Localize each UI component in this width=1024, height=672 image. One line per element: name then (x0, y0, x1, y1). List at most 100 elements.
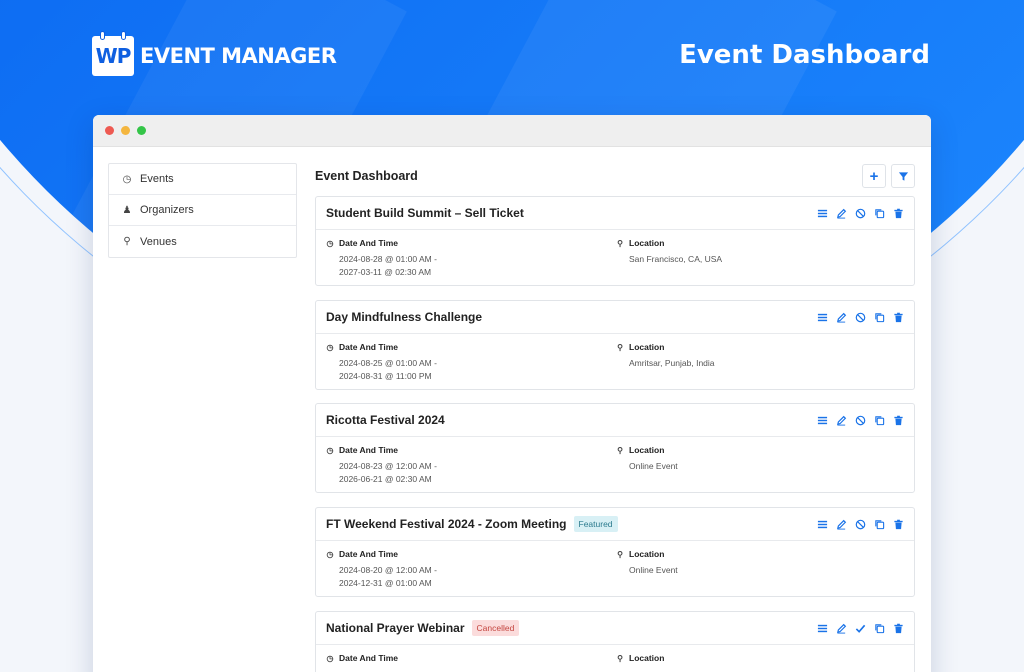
list-button[interactable] (817, 415, 828, 426)
add-event-button[interactable]: + (862, 164, 886, 188)
location-label: ⚲ Location (616, 342, 715, 352)
event-card-header: FT Weekend Festival 2024 - Zoom Meeting … (316, 508, 914, 541)
trash-icon (894, 312, 903, 322)
status-badge: Cancelled (471, 620, 520, 636)
date-label: ◷ Date And Time (326, 653, 399, 663)
event-date-range: 2024-08-28 @ 01:00 AM - 2027-03-11 @ 02:3… (339, 253, 437, 279)
list-button[interactable] (817, 208, 828, 219)
sidebar: ◷ Events ♟ Organizers ⚲ Venues (108, 163, 297, 258)
logo-mark-text: WP (95, 44, 132, 68)
status-button[interactable] (855, 208, 866, 219)
event-start: 2024-08-25 @ 01:00 AM - (339, 358, 437, 368)
window-titlebar (93, 115, 931, 147)
map-pin-icon: ⚲ (123, 236, 131, 247)
event-actions (817, 415, 904, 426)
clock-icon: ◷ (326, 653, 334, 663)
delete-button[interactable] (893, 415, 904, 426)
duplicate-button[interactable] (874, 623, 885, 634)
clock-icon: ◷ (326, 549, 334, 559)
event-title[interactable]: FT Weekend Festival 2024 - Zoom Meeting … (326, 516, 618, 532)
list-icon (817, 416, 828, 424)
event-card-body: ◷ Date And Time 2024-08-23 @ 12:00 AM -20… (316, 437, 914, 493)
duplicate-button[interactable] (874, 519, 885, 530)
duplicate-button[interactable] (874, 208, 885, 219)
filter-button[interactable] (891, 164, 915, 188)
list-button[interactable] (817, 312, 828, 323)
trash-icon (894, 519, 903, 529)
list-icon (817, 624, 828, 632)
event-card-header: National Prayer Webinar Cancelled (316, 612, 914, 645)
event-location: Online Event (629, 565, 678, 575)
event-location-column: ⚲ Location Online Event (616, 445, 678, 473)
close-dot[interactable] (105, 126, 114, 135)
date-label: ◷ Date And Time (326, 549, 437, 559)
event-location-column: ⚲ Location San Francisco, CA, USA (616, 238, 722, 266)
status-button[interactable] (855, 623, 866, 634)
edit-button[interactable] (836, 623, 847, 634)
event-title-text: Day Mindfulness Challenge (326, 310, 483, 324)
copy-icon (875, 623, 885, 633)
event-title[interactable]: Ricotta Festival 2024 (326, 413, 445, 427)
event-card-header: Ricotta Festival 2024 (316, 404, 914, 437)
event-location: Online Event (629, 461, 678, 471)
copy-icon (875, 415, 885, 425)
event-title[interactable]: Day Mindfulness Challenge (326, 310, 482, 324)
delete-button[interactable] (893, 623, 904, 634)
location-label-text: Location (629, 653, 665, 663)
trash-icon (894, 623, 903, 633)
status-button[interactable] (855, 519, 866, 530)
event-title[interactable]: Student Build Summit – Sell Ticket (326, 206, 524, 220)
event-card-body: ◷ Date And Time ⚲ Location (316, 645, 914, 672)
delete-button[interactable] (893, 208, 904, 219)
edit-button[interactable] (836, 312, 847, 323)
date-label-text: Date And Time (339, 653, 399, 663)
edit-button[interactable] (836, 519, 847, 530)
map-pin-icon: ⚲ (617, 238, 623, 248)
cancel-icon (855, 415, 866, 425)
map-pin-icon: ⚲ (617, 342, 623, 352)
event-location-column: ⚲ Location Online Event (616, 549, 678, 577)
event-card: FT Weekend Festival 2024 - Zoom Meeting … (315, 507, 915, 597)
event-date-column: ◷ Date And Time 2024-08-20 @ 12:00 AM -20… (326, 549, 437, 590)
list-icon (817, 209, 828, 217)
event-card-header: Day Mindfulness Challenge (316, 301, 914, 334)
sidebar-item-organizers[interactable]: ♟ Organizers (109, 195, 296, 226)
sidebar-item-venues[interactable]: ⚲ Venues (109, 226, 296, 257)
duplicate-button[interactable] (874, 312, 885, 323)
event-card-body: ◷ Date And Time 2024-08-20 @ 12:00 AM -20… (316, 541, 914, 597)
list-button[interactable] (817, 519, 828, 530)
edit-button[interactable] (836, 208, 847, 219)
maximize-dot[interactable] (137, 126, 146, 135)
location-label-text: Location (629, 238, 665, 248)
delete-button[interactable] (893, 312, 904, 323)
event-card-body: ◷ Date And Time 2024-08-28 @ 01:00 AM -20… (316, 230, 914, 286)
edit-button[interactable] (836, 415, 847, 426)
pencil-icon (837, 415, 847, 426)
dashboard-icon: ◷ (122, 173, 132, 185)
status-button[interactable] (855, 312, 866, 323)
duplicate-button[interactable] (874, 415, 885, 426)
clock-icon: ◷ (326, 238, 334, 248)
status-badge: Featured (573, 516, 618, 532)
event-card-header: Student Build Summit – Sell Ticket (316, 197, 914, 230)
delete-button[interactable] (893, 519, 904, 530)
event-title[interactable]: National Prayer Webinar Cancelled (326, 620, 520, 636)
date-label-text: Date And Time (339, 238, 399, 248)
location-label-text: Location (629, 445, 665, 455)
event-title-text: Student Build Summit – Sell Ticket (326, 206, 524, 220)
list-icon (817, 520, 828, 528)
event-location-column: ⚲ Location (616, 653, 664, 668)
event-card: National Prayer Webinar Cancelled ◷ Date… (315, 611, 915, 672)
list-button[interactable] (817, 623, 828, 634)
main-header: Event Dashboard + (315, 163, 915, 189)
event-end: 2024-12-31 @ 01:00 AM (339, 578, 432, 588)
minimize-dot[interactable] (121, 126, 130, 135)
trash-icon (894, 208, 903, 218)
event-date-range: 2024-08-25 @ 01:00 AM - 2024-08-31 @ 11:0… (339, 357, 437, 383)
sidebar-item-events[interactable]: ◷ Events (109, 164, 296, 195)
copy-icon (875, 519, 885, 529)
event-end: 2024-08-31 @ 11:00 PM (339, 371, 432, 381)
event-title-text: FT Weekend Festival 2024 - Zoom Meeting (326, 517, 567, 531)
status-button[interactable] (855, 415, 866, 426)
pencil-icon (837, 208, 847, 219)
